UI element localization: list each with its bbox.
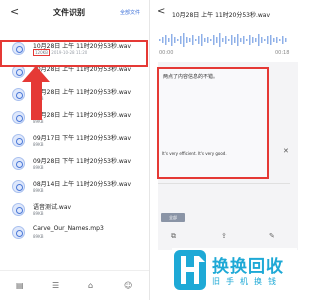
audio-file-icon <box>12 88 25 101</box>
file-meta: 89KB <box>33 96 43 101</box>
time-end: 00:18 <box>275 50 290 56</box>
list-item[interactable]: 09月17日 下午 11时20分53秒.wav 89KB <box>0 130 149 153</box>
file-size: 89KB <box>33 234 44 239</box>
home-icon[interactable]: ⌂ <box>88 281 93 290</box>
file-name: Carve_Our_Names.mp3 <box>33 225 104 232</box>
translation-text: It's very efficient. It's very good. <box>162 151 227 156</box>
user-icon[interactable]: ☺ <box>124 281 132 290</box>
file-name: 08月14日 上午 11时20分53秒.wav <box>33 181 132 188</box>
audio-file-icon <box>12 203 25 216</box>
file-name: 09月28日 下午 11时20分53秒.wav <box>33 158 132 165</box>
file-size: 89KB <box>33 142 44 147</box>
brand-logo-icon <box>174 250 206 290</box>
all-button[interactable]: 全部 <box>161 213 185 222</box>
file-title: 10月28日 上午 11时20分53秒.wav <box>172 12 271 19</box>
transcript-text-box[interactable]: 两点了内容信息的不错。 <box>157 67 269 179</box>
file-list: 10月28日 上午 11时20分53秒.wav 120KB 2019-10-28… <box>0 38 149 245</box>
file-size: 89KB <box>33 96 44 101</box>
brand-slogan: 旧手机换钱 <box>212 277 282 286</box>
bottom-toolbar: ⧉ ⇪ ✎ <box>151 232 300 244</box>
brand-name: 换换回收 <box>212 257 284 277</box>
share-icon[interactable]: ⇪ <box>221 232 227 240</box>
audio-waveform[interactable] <box>159 32 289 48</box>
file-meta: 89KB <box>33 211 43 216</box>
header-bar: < 文件识别 全部文件 <box>0 0 149 26</box>
back-button[interactable]: < <box>157 6 165 17</box>
file-size: 89KB <box>33 211 44 216</box>
list-item[interactable]: 10月28日 上午 11时20分53秒.wav 89KB <box>0 84 149 107</box>
list-item[interactable]: Carve_Our_Names.mp3 89KB <box>0 222 149 245</box>
list-item[interactable]: 10月28日 上午 11时20分53秒.wav 89KB <box>0 107 149 130</box>
file-meta: 89KB <box>33 119 43 124</box>
file-meta: 89KB <box>33 234 43 239</box>
list-item[interactable]: 语音测试.wav 89KB <box>0 199 149 222</box>
file-meta: 89KB <box>33 165 43 170</box>
file-name: 语音测试.wav <box>33 204 72 211</box>
file-size: 89KB <box>33 119 44 124</box>
doc-icon[interactable]: ▤ <box>16 281 24 290</box>
audio-file-icon <box>12 134 25 147</box>
file-meta: 89KB <box>33 142 43 147</box>
file-size: 89KB <box>33 188 44 193</box>
file-meta: 89KB <box>33 188 43 193</box>
audio-file-icon <box>12 226 25 239</box>
time-start: 00:00 <box>159 50 174 56</box>
audio-file-icon <box>12 111 25 124</box>
close-icon[interactable]: ✕ <box>283 147 289 155</box>
file-size: 89KB <box>33 165 44 170</box>
transcript-text: 两点了内容信息的不错。 <box>163 74 219 80</box>
header-bar: < 10月28日 上午 11时20分53秒.wav <box>151 0 300 30</box>
file-list-screen: < 文件识别 全部文件 10月28日 上午 11时20分53秒.wav 120K… <box>0 0 150 300</box>
highlight-box <box>0 40 148 67</box>
back-button[interactable]: < <box>10 5 19 18</box>
bottom-bar: ▤ ☰ ⌂ ☺ <box>0 270 149 300</box>
page-title: 文件识别 <box>53 8 85 17</box>
copy-icon[interactable]: ⧉ <box>171 232 176 241</box>
divider <box>158 183 290 184</box>
file-name: 09月17日 下午 11时20分53秒.wav <box>33 135 132 142</box>
all-files-button[interactable]: 全部文件 <box>120 9 140 16</box>
list-item[interactable]: 09月28日 下午 11时20分53秒.wav 89KB <box>0 153 149 176</box>
audio-file-icon <box>12 157 25 170</box>
list-item[interactable]: 08月14日 上午 11时20分53秒.wav 89KB <box>0 176 149 199</box>
file-name: 10月28日 上午 11时20分53秒.wav <box>33 89 132 96</box>
watermark: 换换回收 旧手机换钱 <box>172 248 297 296</box>
edit-icon[interactable]: ✎ <box>269 232 275 240</box>
list-icon[interactable]: ☰ <box>52 281 59 290</box>
file-name: 10月28日 上午 11时20分53秒.wav <box>33 112 132 119</box>
audio-file-icon <box>12 180 25 193</box>
